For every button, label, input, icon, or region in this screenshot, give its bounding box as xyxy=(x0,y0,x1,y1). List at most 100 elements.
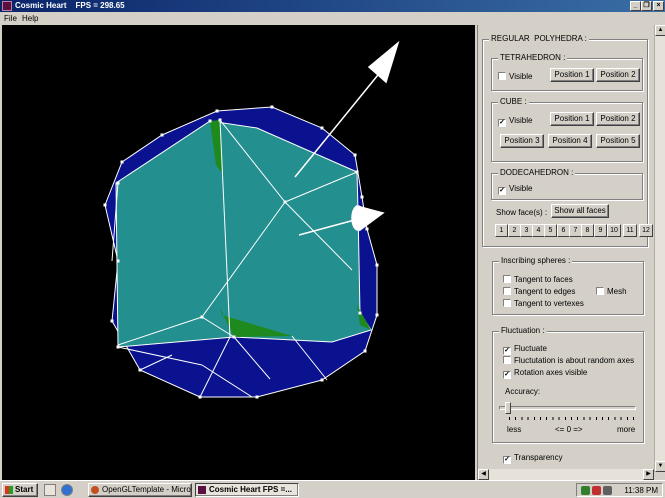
tetrahedron-position-1-button[interactable]: Position 1 xyxy=(550,68,594,82)
tangent-to-vertexes-label: Tangent to vertexes xyxy=(514,299,584,308)
dodecahedron-visible-checkbox[interactable]: ✓ Visible xyxy=(498,184,532,195)
vertex-marker xyxy=(363,349,367,353)
close-button[interactable]: × xyxy=(653,1,664,11)
fluctuate-label: Fluctuate xyxy=(514,344,547,353)
show-all-faces-button[interactable]: Show all faces xyxy=(551,204,609,218)
menu-file[interactable]: File xyxy=(4,13,17,24)
windows-logo-icon xyxy=(5,486,13,494)
regular-polyhedra-legend: REGULAR POLYHEDRA : xyxy=(489,34,589,44)
panel-vertical-scrollbar[interactable]: ▲ ▼ xyxy=(654,25,665,472)
vertex-marker xyxy=(375,313,379,317)
menu-bar: File Help xyxy=(0,12,665,25)
checkbox-box xyxy=(503,299,511,307)
vertex-marker xyxy=(375,263,379,267)
regular-polyhedra-group: REGULAR POLYHEDRA : TETRAHEDRON : Visibl… xyxy=(482,34,648,247)
accuracy-slider-thumb[interactable] xyxy=(505,402,511,414)
start-button[interactable]: Start xyxy=(2,483,38,497)
control-panel: REGULAR POLYHEDRA : TETRAHEDRON : Visibl… xyxy=(477,25,665,480)
start-label: Start xyxy=(15,485,34,494)
vertex-marker xyxy=(160,133,164,137)
inscribing-spheres-legend: Inscribing spheres : xyxy=(499,256,573,266)
tetrahedron-position-2-button[interactable]: Position 2 xyxy=(596,68,640,82)
face-10-button[interactable]: 10 xyxy=(607,224,621,237)
checkbox-box: ✓ xyxy=(503,371,511,379)
menu-help[interactable]: Help xyxy=(22,13,38,24)
window-title: Cosmic Heart FPS = 298.65 xyxy=(15,1,125,10)
cosmic-heart-icon xyxy=(198,486,206,494)
face-12-button[interactable]: 12 xyxy=(639,224,653,237)
scroll-down-icon[interactable]: ▼ xyxy=(655,461,665,472)
antivirus-icon[interactable] xyxy=(592,486,601,495)
accuracy-more-label: more xyxy=(617,425,636,434)
vertex-marker xyxy=(365,227,369,231)
cube-position-4-button[interactable]: Position 4 xyxy=(548,134,592,148)
vertex-marker xyxy=(215,109,219,113)
dodecahedron-visible-label: Visible xyxy=(509,184,533,193)
panel-horizontal-scrollbar[interactable]: ◀ ▶ xyxy=(478,469,654,480)
transparency-checkbox[interactable]: ✓ Transparency xyxy=(503,453,563,464)
accuracy-center-label: <= 0 => xyxy=(555,425,583,434)
tangent-to-edges-checkbox[interactable]: Tangent to edges xyxy=(503,287,575,297)
scroll-right-icon[interactable]: ▶ xyxy=(643,469,654,480)
vertex-marker xyxy=(270,105,274,109)
face-8-button[interactable]: 8 xyxy=(581,224,594,237)
opengl-viewport[interactable] xyxy=(2,25,475,480)
title-bar: Cosmic Heart FPS = 298.65 _ ❐ × xyxy=(0,0,665,12)
tetrahedron-visible-checkbox[interactable]: Visible xyxy=(498,72,532,82)
vertex-marker xyxy=(360,195,364,199)
taskbar: Start OpenGLTemplate - Micros... Cosmic … xyxy=(0,480,665,498)
cube-visible-label: Visible xyxy=(509,116,533,125)
tangent-to-edges-label: Tangent to edges xyxy=(514,287,576,296)
vertex-marker xyxy=(116,345,120,349)
fluctuation-legend: Fluctuation : xyxy=(499,326,547,336)
volume-icon[interactable] xyxy=(603,486,612,495)
vertex-marker xyxy=(355,170,359,174)
checkbox-box: ✓ xyxy=(498,119,506,127)
internet-explorer-icon[interactable] xyxy=(61,484,73,496)
task-opengltemplate[interactable]: OpenGLTemplate - Micros... xyxy=(88,483,192,497)
vertex-marker xyxy=(218,118,222,122)
mesh-checkbox[interactable]: Mesh xyxy=(596,287,627,297)
random-axes-checkbox[interactable]: Fluctutation is about random axes xyxy=(503,356,634,366)
face-1-button[interactable]: 1 xyxy=(495,224,508,237)
cube-position-3-button[interactable]: Position 3 xyxy=(500,134,544,148)
vertex-marker xyxy=(283,200,287,204)
tangent-to-vertexes-checkbox[interactable]: Tangent to vertexes xyxy=(503,299,584,309)
scroll-left-icon[interactable]: ◀ xyxy=(478,469,489,480)
vertex-marker xyxy=(320,378,324,382)
tangent-to-faces-checkbox[interactable]: Tangent to faces xyxy=(503,275,573,285)
dodecahedron-legend: DODECAHEDRON : xyxy=(498,168,576,178)
face-5-button[interactable]: 5 xyxy=(544,224,557,237)
show-faces-label: Show face(s) : xyxy=(496,208,548,217)
vertex-marker xyxy=(255,395,259,399)
face-11-button[interactable]: 11 xyxy=(623,224,637,237)
task-cosmic-heart[interactable]: Cosmic Heart FPS =... xyxy=(195,483,299,497)
cube-position-2-button[interactable]: Position 2 xyxy=(596,112,640,126)
rotation-axes-visible-label: Rotation axes visible xyxy=(514,368,588,377)
vertex-marker xyxy=(116,259,120,263)
checkbox-box: ✓ xyxy=(503,456,511,464)
vertex-marker xyxy=(200,315,204,319)
rotation-axes-visible-checkbox[interactable]: ✓ Rotation axes visible xyxy=(503,368,587,379)
fluctuation-group: Fluctuation : ✓ Fluctuate Fluctutation is… xyxy=(492,326,644,443)
inscribing-spheres-group: Inscribing spheres : Tangent to faces Ta… xyxy=(492,256,644,315)
network-icon[interactable] xyxy=(581,486,590,495)
maximize-button[interactable]: ❐ xyxy=(641,1,652,11)
tetrahedron-visible-label: Visible xyxy=(509,72,533,81)
vertex-marker xyxy=(358,311,362,315)
cube-position-5-button[interactable]: Position 5 xyxy=(596,134,640,148)
minimize-button[interactable]: _ xyxy=(630,1,641,11)
scroll-up-icon[interactable]: ▲ xyxy=(655,25,665,36)
tetrahedron-legend: TETRAHEDRON : xyxy=(498,53,568,63)
cube-position-1-button[interactable]: Position 1 xyxy=(550,112,594,126)
vertex-marker xyxy=(120,160,124,164)
vertex-marker xyxy=(320,126,324,130)
face-9-button[interactable]: 9 xyxy=(594,224,607,237)
show-desktop-icon[interactable] xyxy=(44,484,56,496)
task-cosmic-heart-label: Cosmic Heart FPS =... xyxy=(209,485,292,494)
checkbox-box: ✓ xyxy=(498,187,506,195)
fluctuate-checkbox[interactable]: ✓ Fluctuate xyxy=(503,344,547,355)
accuracy-slider-track[interactable] xyxy=(499,406,636,410)
checkbox-box xyxy=(498,72,506,80)
cube-visible-checkbox[interactable]: ✓ Visible xyxy=(498,116,532,127)
